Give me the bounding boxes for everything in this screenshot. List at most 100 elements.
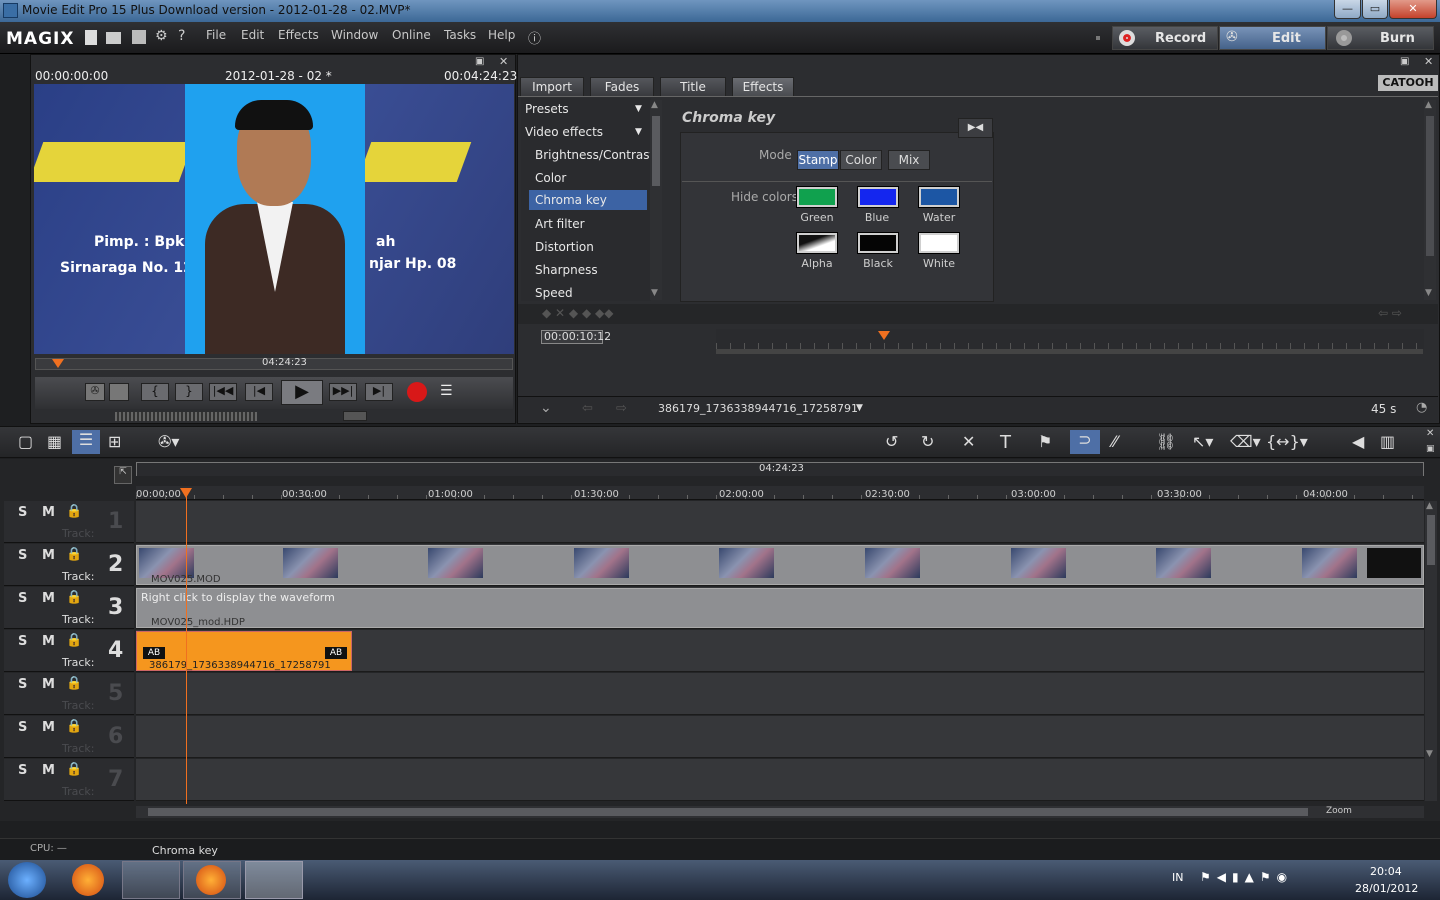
lock-icon[interactable]: 🔒 xyxy=(66,504,82,519)
eraser-icon[interactable]: ⌫▾ xyxy=(1230,432,1261,451)
track-lane-6[interactable] xyxy=(136,716,1424,758)
tab-import[interactable]: Import xyxy=(520,77,584,96)
next-marker-icon[interactable]: ▶▶| xyxy=(329,383,357,401)
list-sharpness[interactable]: Sharpness xyxy=(529,259,653,281)
mute-button[interactable]: M xyxy=(42,720,55,735)
fullscreen-icon[interactable] xyxy=(109,383,129,401)
multicam-view-icon[interactable]: ⊞ xyxy=(108,432,121,451)
file-dropdown-icon[interactable]: ▼ xyxy=(856,403,863,413)
lock-icon[interactable]: 🔒 xyxy=(66,762,82,777)
minimize-button[interactable]: — xyxy=(1334,0,1361,19)
play-icon[interactable]: ▶ xyxy=(281,380,323,405)
mute-button[interactable]: M xyxy=(42,634,55,649)
skip-back-icon[interactable]: |◀ xyxy=(245,383,273,401)
mute-button[interactable]: M xyxy=(42,763,55,778)
list-presets[interactable]: Presets ▼ xyxy=(525,98,649,120)
list-brightness-contrast[interactable]: Brightness/Contrast xyxy=(529,144,654,166)
list-distortion[interactable]: Distortion xyxy=(529,236,653,258)
prev-marker-icon[interactable]: |◀◀ xyxy=(209,383,237,401)
lock-icon[interactable]: 🔒 xyxy=(66,547,82,562)
menu-list-icon[interactable]: ☰ xyxy=(440,383,462,401)
menu-help[interactable]: Help xyxy=(488,28,515,42)
solo-button[interactable]: S xyxy=(18,591,27,606)
help-cursor-icon[interactable]: ? xyxy=(178,28,185,44)
solo-button[interactable]: S xyxy=(18,505,27,520)
mode-mix-button[interactable]: Mix xyxy=(888,150,930,170)
swatch-blue[interactable] xyxy=(858,187,898,207)
lock-icon[interactable]: 🔒 xyxy=(66,719,82,734)
record-button-icon[interactable] xyxy=(407,382,427,402)
scroll-thumb[interactable] xyxy=(1427,515,1435,565)
menu-effects[interactable]: Effects xyxy=(278,28,319,42)
solo-button[interactable]: S xyxy=(18,634,27,649)
float-panel-icon[interactable]: ▣ xyxy=(475,56,484,67)
keyframe-buttons-icon[interactable]: ◆ ✕ ◆ ◆ ◆◆ xyxy=(542,306,613,320)
swatch-alpha[interactable] xyxy=(797,233,837,253)
mute-button[interactable]: M xyxy=(42,677,55,692)
mixer-icon[interactable]: ▥ xyxy=(1380,432,1395,451)
maximize-button[interactable]: ▭ xyxy=(1362,0,1388,19)
scroll-thumb[interactable] xyxy=(148,808,1308,816)
list-art-filter[interactable]: Art filter xyxy=(529,213,653,235)
language-indicator[interactable]: IN xyxy=(1172,871,1183,884)
forward-icon[interactable]: ⇨ xyxy=(616,401,627,416)
swatch-white[interactable] xyxy=(919,233,959,253)
preview-scrub-bar[interactable]: 04:24:23 xyxy=(35,357,513,370)
marker-flag-icon[interactable]: ⚑ xyxy=(1038,432,1052,451)
list-chroma-key[interactable]: Chroma key xyxy=(529,190,647,210)
magix-task-button[interactable] xyxy=(245,861,303,899)
title-text-icon[interactable]: T xyxy=(1000,432,1011,453)
mode-dropdown-icon[interactable]: ✇▾ xyxy=(158,432,179,451)
swatch-green[interactable] xyxy=(797,187,837,207)
scroll-up-icon[interactable]: ▲ xyxy=(651,100,658,110)
track-lane-4[interactable]: AB AB 386179_1736338944716_17258791 xyxy=(136,630,1424,672)
tab-title[interactable]: Title xyxy=(660,77,726,96)
redo-icon[interactable]: ↻ xyxy=(921,432,934,451)
lock-icon[interactable]: 🔒 xyxy=(66,633,82,648)
open-file-icon[interactable] xyxy=(106,32,121,44)
list-speed[interactable]: Speed xyxy=(529,282,653,304)
timeline-hscroll[interactable]: Zoom xyxy=(136,806,1424,818)
menu-online[interactable]: Online xyxy=(392,28,431,42)
timeline-view-icon[interactable]: ☰ xyxy=(72,430,100,454)
audio-clip[interactable]: Right click to display the waveform MOV0… xyxy=(136,588,1424,628)
solo-button[interactable]: S xyxy=(18,720,27,735)
settings-scrollbar[interactable]: ▲ ▼ xyxy=(1424,100,1436,300)
lock-icon[interactable]: 🔒 xyxy=(66,590,82,605)
tab-fades[interactable]: Fades xyxy=(590,77,654,96)
keyframe-time[interactable]: 00:00:10:12 xyxy=(541,330,611,344)
timeline-playhead[interactable] xyxy=(186,488,187,804)
scroll-down-icon[interactable]: ▼ xyxy=(1426,749,1433,759)
float-timeline-icon[interactable]: ▣ xyxy=(1426,444,1435,454)
scroll-thumb[interactable] xyxy=(1426,116,1434,256)
track-lane-1[interactable] xyxy=(136,501,1424,543)
scroll-down-icon[interactable]: ▼ xyxy=(651,288,658,298)
close-panel-icon[interactable]: ✕ xyxy=(499,55,508,68)
mode-stamp-button[interactable]: Stamp xyxy=(797,150,839,170)
menu-edit[interactable]: Edit xyxy=(241,28,264,42)
video-clip[interactable]: MOV025.MOD xyxy=(136,545,1424,585)
burn-mode-button[interactable]: Burn xyxy=(1327,26,1434,50)
scroll-up-icon[interactable]: ▲ xyxy=(1425,100,1432,110)
swatch-black[interactable] xyxy=(858,233,898,253)
loop-icon[interactable]: ✇ xyxy=(85,383,105,401)
list-video-effects[interactable]: Video effects ▼ xyxy=(525,121,649,143)
lock-icon[interactable]: 🔒 xyxy=(66,676,82,691)
set-in-icon[interactable]: { xyxy=(141,383,169,401)
delete-icon[interactable]: ✕ xyxy=(962,432,975,451)
track-lane-5[interactable] xyxy=(136,673,1424,715)
playhead-marker[interactable] xyxy=(52,359,64,368)
storyboard-view-icon[interactable]: ▢ xyxy=(18,432,33,451)
swatch-water[interactable] xyxy=(919,187,959,207)
clock-time[interactable]: 20:04 xyxy=(1370,865,1402,878)
set-out-icon[interactable]: } xyxy=(175,383,203,401)
float-panel-icon-2[interactable]: ▣ xyxy=(1400,56,1409,67)
back-icon[interactable]: ⇦ xyxy=(582,401,593,416)
close-button[interactable]: ✕ xyxy=(1389,0,1437,19)
scene-view-icon[interactable]: ▦ xyxy=(47,432,62,451)
jog-shuttle[interactable] xyxy=(115,412,257,421)
new-file-icon[interactable] xyxy=(85,30,97,45)
mute-button[interactable]: M xyxy=(42,505,55,520)
save-icon[interactable] xyxy=(132,30,146,44)
info-icon[interactable]: ⓘ xyxy=(528,28,541,47)
